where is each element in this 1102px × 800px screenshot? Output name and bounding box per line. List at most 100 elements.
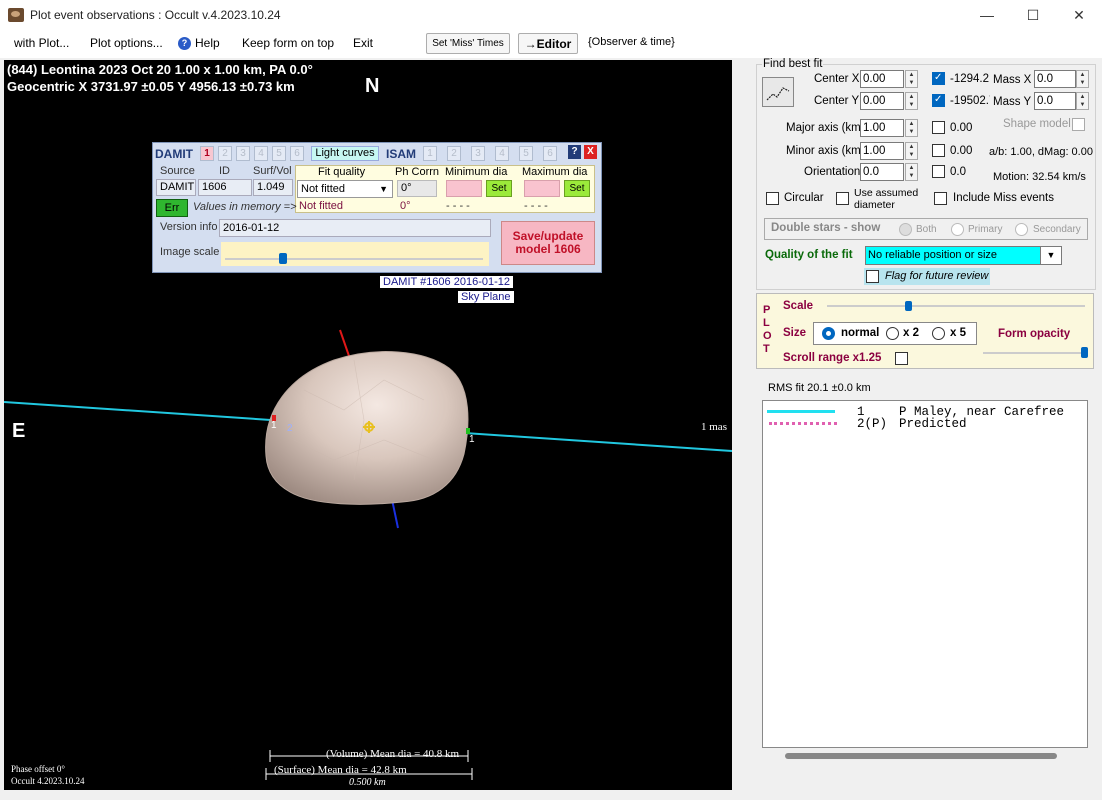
mass-x-spinner[interactable]: ▲ ▼ (1076, 70, 1089, 88)
quality-of-fit-select[interactable]: No reliable position or size ▼ (865, 246, 1062, 265)
double-stars-label: Double stars - show (771, 222, 881, 234)
center-y-checkbox[interactable] (932, 94, 945, 107)
isam-model-2[interactable]: 2 (447, 146, 461, 161)
center-x-checkbox[interactable] (932, 72, 945, 85)
max-dia-set-button[interactable]: Set (564, 180, 590, 197)
size-normal-label: normal (841, 327, 880, 339)
shape-model-checkbox[interactable] (1072, 118, 1085, 131)
max-dia-header: Maximum dia (522, 166, 588, 178)
source-field: DAMIT (156, 179, 196, 196)
isam-model-1[interactable]: 1 (423, 146, 437, 161)
major-axis-checkbox[interactable] (932, 121, 945, 134)
center-x-spinner[interactable]: ▲ ▼ (905, 70, 918, 88)
damit-model-1[interactable]: 1 (200, 146, 214, 161)
damit-model-2[interactable]: 2 (218, 146, 232, 161)
size-x5-radio[interactable] (932, 327, 945, 340)
size-normal-radio[interactable] (822, 327, 835, 340)
quality-of-fit-value: No reliable position or size (868, 249, 998, 261)
minor-axis-input[interactable]: 1.00 (860, 142, 904, 160)
scroll-range-checkbox[interactable] (895, 352, 908, 365)
mem-ph-corr: 0° (400, 200, 411, 212)
damit-model-4[interactable]: 4 (254, 146, 268, 161)
legend-name-2: Predicted (899, 417, 967, 431)
size-x2-radio[interactable] (886, 327, 899, 340)
isam-model-6[interactable]: 6 (543, 146, 557, 161)
orientation-spinner[interactable]: ▲ ▼ (905, 163, 918, 181)
major-axis-spinner[interactable]: ▲ ▼ (905, 119, 918, 137)
center-y-input[interactable]: 0.00 (860, 92, 904, 110)
circular-checkbox[interactable] (766, 192, 779, 205)
editor-button[interactable]: →Editor (518, 33, 578, 54)
minor-axis-checkbox[interactable] (932, 144, 945, 157)
ph-corr-field[interactable]: 0° (397, 180, 437, 197)
orientation-input[interactable]: 0.0 (860, 163, 904, 181)
damit-close-button[interactable]: X (584, 145, 597, 159)
primary-label: Primary (968, 224, 1003, 235)
use-assumed-label: Use assumed diameter (854, 187, 919, 211)
id-field: 1606 (198, 179, 252, 196)
isam-model-4[interactable]: 4 (495, 146, 509, 161)
ph-corr-header: Ph Corrn (395, 166, 440, 178)
set-miss-times-button[interactable]: Set 'Miss' Times (426, 33, 510, 54)
quality-of-fit-label: Quality of the fit (765, 249, 853, 261)
mass-y-input[interactable]: 0.0 (1034, 92, 1076, 110)
flag-review-group: Flag for future review (864, 268, 990, 285)
observer-time-link[interactable]: {Observer & time} (588, 36, 675, 48)
minimize-button[interactable]: — (964, 0, 1010, 30)
image-scale-thumb[interactable] (279, 253, 287, 264)
plot-options-panel: P L O T Scale Size normal x 2 x 5 Form o… (756, 293, 1094, 369)
flag-review-checkbox[interactable] (866, 270, 879, 283)
damit-model-5[interactable]: 5 (272, 146, 286, 161)
surfvol-header: Surf/Vol (253, 165, 292, 177)
motion-label: Motion: 32.54 km/s (993, 171, 1086, 183)
err-button[interactable]: Err (156, 199, 188, 217)
center-y-spinner[interactable]: ▲ ▼ (905, 92, 918, 110)
menu-keep-form-on-top[interactable]: Keep form on top (242, 36, 334, 50)
image-scale-slider[interactable] (221, 242, 489, 266)
save-update-model-button[interactable]: Save/update model 1606 (501, 221, 595, 265)
menu-help[interactable]: ? Help (178, 36, 220, 50)
legend-scrollbar[interactable] (785, 753, 1057, 759)
maximize-button[interactable]: ☐ (1010, 0, 1056, 30)
secondary-radio[interactable] (1015, 223, 1028, 236)
min-dia-set-button[interactable]: Set (486, 180, 512, 197)
max-dia-field[interactable] (524, 180, 560, 197)
menu-with-plot[interactable]: with Plot... (14, 36, 69, 50)
size-radio-group: normal x 2 x 5 (813, 322, 977, 345)
primary-radio[interactable] (951, 223, 964, 236)
mass-y-spinner[interactable]: ▲ ▼ (1076, 92, 1089, 110)
minor-axis-spinner[interactable]: ▲ ▼ (905, 142, 918, 160)
orientation-checkbox[interactable] (932, 165, 945, 178)
mem-fit-quality: Not fitted (299, 200, 344, 212)
center-x-input[interactable]: 0.00 (860, 70, 904, 88)
major-axis-input[interactable]: 1.00 (860, 119, 904, 137)
scale-slider[interactable] (823, 298, 1089, 316)
close-button[interactable]: ✕ (1056, 0, 1102, 30)
both-radio[interactable] (899, 223, 912, 236)
include-miss-checkbox[interactable] (934, 192, 947, 205)
scale-km-label: 0.500 km (349, 777, 386, 788)
mass-x-input[interactable]: 0.0 (1034, 70, 1076, 88)
damit-model-3[interactable]: 3 (236, 146, 250, 161)
damit-help-button[interactable]: ? (568, 145, 581, 159)
form-opacity-slider[interactable] (981, 344, 1091, 364)
help-label: Help (195, 36, 220, 50)
isam-model-3[interactable]: 3 (471, 146, 485, 161)
isam-model-5[interactable]: 5 (519, 146, 533, 161)
legend-num-2: 2(P) (857, 417, 888, 431)
menu-plot-options[interactable]: Plot options... (90, 36, 163, 50)
use-assumed-checkbox[interactable] (836, 192, 849, 205)
chart-line-icon (766, 87, 790, 101)
find-best-fit-button[interactable] (762, 77, 794, 107)
light-curves-button[interactable]: Light curves (311, 146, 379, 161)
scale-slider-thumb[interactable] (905, 301, 912, 311)
min-dia-field[interactable] (446, 180, 482, 197)
form-opacity-thumb[interactable] (1081, 347, 1088, 358)
fit-quality-header: Fit quality (318, 166, 366, 178)
menu-exit[interactable]: Exit (353, 36, 373, 50)
damit-model-6[interactable]: 6 (290, 146, 304, 161)
fit-quality-select[interactable]: Not fitted ▼ (297, 180, 393, 198)
min-dia-header: Minimum dia (445, 166, 508, 178)
find-best-fit-label: Find best fit (762, 58, 824, 70)
chord-1-start-label: 1 (469, 434, 475, 445)
